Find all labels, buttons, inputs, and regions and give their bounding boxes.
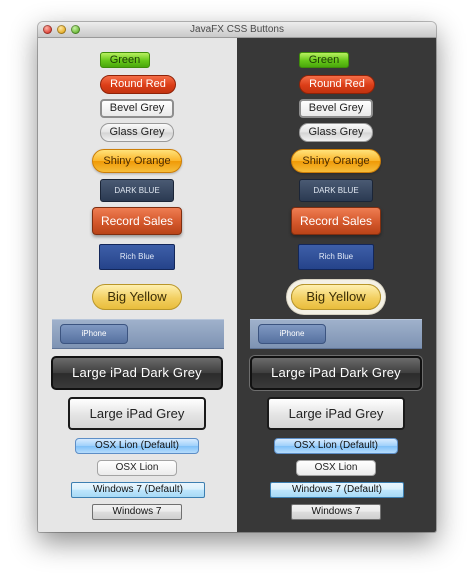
round-red-button[interactable]: Round Red <box>299 75 375 94</box>
windows7-button[interactable]: Windows 7 <box>92 504 182 520</box>
osx-lion-default-button[interactable]: OSX Lion (Default) <box>75 438 199 454</box>
dark-blue-button[interactable]: DARK BLUE <box>299 179 373 202</box>
bevel-grey-button[interactable]: Bevel Grey <box>100 99 174 118</box>
osx-lion-button[interactable]: OSX Lion <box>296 460 376 476</box>
iphone-button[interactable]: iPhone <box>258 324 326 344</box>
windows7-default-button[interactable]: Windows 7 (Default) <box>270 482 404 498</box>
large-ipad-dark-grey-button[interactable]: Large iPad Dark Grey <box>250 356 422 390</box>
large-ipad-grey-button[interactable]: Large iPad Grey <box>267 397 405 430</box>
rich-blue-button[interactable]: Rich Blue <box>99 244 175 270</box>
dark-panel: Green Round Red Bevel Grey Glass Grey Sh… <box>237 38 436 532</box>
osx-lion-default-button[interactable]: OSX Lion (Default) <box>274 438 398 454</box>
shiny-orange-button[interactable]: Shiny Orange <box>291 149 381 173</box>
record-sales-button[interactable]: Record Sales <box>291 207 381 235</box>
big-yellow-button[interactable]: Big Yellow <box>92 284 182 310</box>
shiny-orange-button[interactable]: Shiny Orange <box>92 149 182 173</box>
glass-grey-button[interactable]: Glass Grey <box>299 123 373 142</box>
iphone-toolbar: iPhone <box>250 319 422 349</box>
rich-blue-button[interactable]: Rich Blue <box>298 244 374 270</box>
window-title: JavaFX CSS Buttons <box>190 24 284 35</box>
round-red-button[interactable]: Round Red <box>100 75 176 94</box>
green-button[interactable]: Green <box>100 52 150 68</box>
dark-blue-button[interactable]: DARK BLUE <box>100 179 174 202</box>
windows7-default-button[interactable]: Windows 7 (Default) <box>71 482 205 498</box>
iphone-toolbar: iPhone <box>52 319 224 349</box>
large-ipad-grey-button[interactable]: Large iPad Grey <box>68 397 206 430</box>
title-bar[interactable]: JavaFX CSS Buttons <box>38 22 436 38</box>
osx-lion-button[interactable]: OSX Lion <box>97 460 177 476</box>
big-yellow-button[interactable]: Big Yellow <box>291 284 381 310</box>
windows7-button[interactable]: Windows 7 <box>291 504 381 520</box>
large-ipad-dark-grey-button[interactable]: Large iPad Dark Grey <box>51 356 223 390</box>
light-panel: Green Round Red Bevel Grey Glass Grey Sh… <box>38 38 237 532</box>
record-sales-button[interactable]: Record Sales <box>92 207 182 235</box>
bevel-grey-button[interactable]: Bevel Grey <box>299 99 373 118</box>
green-button[interactable]: Green <box>299 52 349 68</box>
glass-grey-button[interactable]: Glass Grey <box>100 123 174 142</box>
iphone-button[interactable]: iPhone <box>60 324 128 344</box>
app-window: JavaFX CSS Buttons Green Round Red Bevel… <box>38 22 436 532</box>
